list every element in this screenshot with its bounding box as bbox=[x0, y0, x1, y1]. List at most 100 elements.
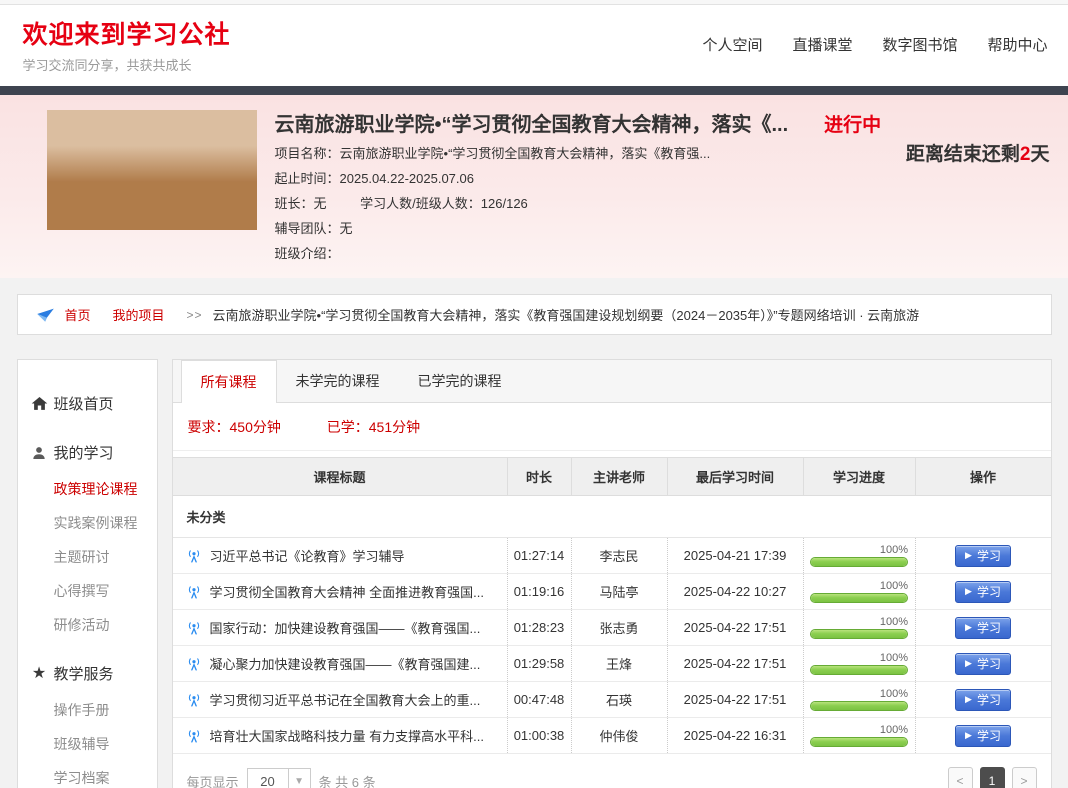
course-title-link[interactable]: 学习贯彻全国教育大会精神 全面推进教育强国... bbox=[210, 582, 484, 601]
course-title-link[interactable]: 凝心聚力加快建设教育强国——《教育强国建... bbox=[210, 654, 481, 673]
site-header: 欢迎来到学习公社 学习交流同分享，共获共成长 个人空间 直播课堂 数字图书馆 帮… bbox=[0, 5, 1068, 86]
date-range-line: 起止时间：2025.04.22-2025.07.06 bbox=[275, 170, 1048, 187]
breadcrumb-home-link[interactable]: 首页 bbox=[65, 305, 91, 324]
progress-percent: 100% bbox=[810, 544, 908, 556]
course-duration: 01:00:38 bbox=[507, 718, 571, 753]
course-title-link[interactable]: 习近平总书记《论教育》学习辅导 bbox=[210, 546, 405, 565]
sidebar-item-study-archive[interactable]: 学习档案 bbox=[18, 761, 157, 788]
sidebar-section-teaching-service[interactable]: ★ 教学服务 bbox=[18, 656, 157, 691]
learn-button[interactable]: ▶学习 bbox=[955, 617, 1011, 639]
sidebar-item-training-activity[interactable]: 研修活动 bbox=[18, 608, 157, 642]
course-duration: 01:27:14 bbox=[507, 538, 571, 573]
table-row: 国家行动：加快建设教育强国——《教育强国... 01:28:23 张志勇 202… bbox=[173, 610, 1051, 646]
progress-percent: 100% bbox=[810, 616, 908, 628]
breadcrumb-separator: >> bbox=[187, 308, 203, 322]
sidebar-item-reflection-writing[interactable]: 心得撰写 bbox=[18, 574, 157, 608]
course-title-link[interactable]: 学习贯彻习近平总书记在全国教育大会上的重... bbox=[210, 690, 481, 709]
dark-divider-bar bbox=[0, 86, 1068, 95]
home-icon bbox=[31, 395, 48, 412]
play-icon: ▶ bbox=[965, 551, 972, 560]
course-duration: 01:19:16 bbox=[507, 574, 571, 609]
col-action: 操作 bbox=[915, 458, 1051, 495]
course-last-time: 2025-04-22 17:51 bbox=[667, 610, 803, 645]
countdown-text: 距离结束还剩2天 bbox=[906, 139, 1050, 166]
course-last-time: 2025-04-22 16:31 bbox=[667, 718, 803, 753]
per-page-value: 20 bbox=[248, 769, 288, 788]
group-label: 未分类 bbox=[173, 496, 1051, 538]
sidebar-item-class-tutoring[interactable]: 班级辅导 bbox=[18, 727, 157, 761]
sidebar-item-manual[interactable]: 操作手册 bbox=[18, 693, 157, 727]
nav-help-center[interactable]: 帮助中心 bbox=[987, 34, 1047, 55]
course-last-time: 2025-04-21 17:39 bbox=[667, 538, 803, 573]
tab-unfinished-courses[interactable]: 未学完的课程 bbox=[277, 360, 399, 402]
course-title-link[interactable]: 国家行动：加快建设教育强国——《教育强国... bbox=[210, 618, 481, 637]
nav-live-classroom[interactable]: 直播课堂 bbox=[792, 34, 852, 55]
per-page-label: 每页显示 bbox=[187, 772, 239, 788]
course-teacher: 马陆亭 bbox=[571, 574, 667, 609]
course-table: 课程标题 时长 主讲老师 最后学习时间 学习进度 操作 未分类 习近平总书记《论… bbox=[173, 457, 1051, 754]
broadcast-icon bbox=[186, 728, 202, 744]
page-number-button[interactable]: 1 bbox=[980, 767, 1005, 788]
table-row: 凝心聚力加快建设教育强国——《教育强国建... 01:29:58 王烽 2025… bbox=[173, 646, 1051, 682]
course-last-time: 2025-04-22 17:51 bbox=[667, 646, 803, 681]
learn-button[interactable]: ▶学习 bbox=[955, 689, 1011, 711]
col-teacher: 主讲老师 bbox=[571, 458, 667, 495]
pagination: 每页显示 20 ▼ 条 共 6 条 < 1 > bbox=[173, 754, 1051, 788]
site-logo[interactable]: 欢迎来到学习公社 学习交流同分享，共获共成长 bbox=[23, 15, 231, 74]
prev-page-button[interactable]: < bbox=[948, 767, 973, 788]
next-page-button[interactable]: > bbox=[1012, 767, 1037, 788]
learn-button[interactable]: ▶学习 bbox=[955, 581, 1011, 603]
progress-bar: 100% bbox=[810, 652, 908, 675]
broadcast-icon bbox=[186, 656, 202, 672]
learned-minutes: 451分钟 bbox=[369, 419, 420, 435]
class-banner: 云南旅游职业学院•“学习贯彻全国教育大会精神，落实《... 进行中 距离结束还剩… bbox=[0, 95, 1068, 278]
course-last-time: 2025-04-22 10:27 bbox=[667, 574, 803, 609]
progress-percent: 100% bbox=[810, 652, 908, 664]
progress-percent: 100% bbox=[810, 688, 908, 700]
progress-bar: 100% bbox=[810, 616, 908, 639]
learn-button[interactable]: ▶学习 bbox=[955, 725, 1011, 747]
sidebar-item-class-home[interactable]: 班级首页 bbox=[18, 386, 157, 421]
course-duration: 01:28:23 bbox=[507, 610, 571, 645]
total-count: 共 6 条 bbox=[335, 772, 375, 788]
col-course-title: 课程标题 bbox=[173, 458, 507, 495]
course-title-link[interactable]: 培育壮大国家战略科技力量 有力支撑高水平科... bbox=[210, 726, 484, 745]
nav-digital-library[interactable]: 数字图书馆 bbox=[882, 34, 957, 55]
per-page-select[interactable]: 20 ▼ bbox=[247, 768, 311, 788]
study-summary: 要求：450分钟 已学：451分钟 bbox=[173, 403, 1051, 451]
course-tabs: 所有课程 未学完的课程 已学完的课程 bbox=[173, 360, 1051, 403]
course-last-time: 2025-04-22 17:51 bbox=[667, 682, 803, 717]
star-icon: ★ bbox=[31, 665, 48, 682]
tab-all-courses[interactable]: 所有课程 bbox=[181, 360, 277, 403]
breadcrumb: 首页 我的项目 >> 云南旅游职业学院•“学习贯彻全国教育大会精神，落实《教育强… bbox=[17, 294, 1052, 335]
learn-button[interactable]: ▶学习 bbox=[955, 545, 1011, 567]
sidebar-item-practice-courses[interactable]: 实践案例课程 bbox=[18, 506, 157, 540]
play-icon: ▶ bbox=[965, 659, 972, 668]
countdown-days: 2 bbox=[1020, 144, 1031, 165]
nav-personal-space[interactable]: 个人空间 bbox=[702, 34, 762, 55]
team-line: 辅导团队：无 bbox=[275, 220, 1048, 237]
table-row: 学习贯彻全国教育大会精神 全面推进教育强国... 01:19:16 马陆亭 20… bbox=[173, 574, 1051, 610]
my-study-submenu: 政策理论课程 实践案例课程 主题研讨 心得撰写 研修活动 bbox=[18, 472, 157, 642]
chevron-down-icon: ▼ bbox=[288, 769, 310, 788]
tab-finished-courses[interactable]: 已学完的课程 bbox=[399, 360, 521, 402]
main-panel: 所有课程 未学完的课程 已学完的课程 要求：450分钟 已学：451分钟 课程标… bbox=[172, 359, 1052, 788]
breadcrumb-projects-link[interactable]: 我的项目 bbox=[113, 305, 165, 324]
course-teacher: 仲伟俊 bbox=[571, 718, 667, 753]
status-badge: 进行中 bbox=[824, 110, 881, 137]
sidebar-item-topic-discussion[interactable]: 主题研讨 bbox=[18, 540, 157, 574]
sidebar-item-policy-courses[interactable]: 政策理论课程 bbox=[18, 472, 157, 506]
sidebar-section-label: 教学服务 bbox=[54, 663, 114, 684]
progress-percent: 100% bbox=[810, 580, 908, 592]
progress-bar: 100% bbox=[810, 724, 908, 747]
sidebar-section-my-study[interactable]: 我的学习 bbox=[18, 435, 157, 470]
class-thumbnail-image bbox=[47, 110, 257, 230]
paper-plane-icon bbox=[36, 305, 55, 324]
learn-button[interactable]: ▶学习 bbox=[955, 653, 1011, 675]
course-teacher: 王烽 bbox=[571, 646, 667, 681]
class-title: 云南旅游职业学院•“学习贯彻全国教育大会精神，落实《... bbox=[275, 108, 789, 137]
sidebar-section-label: 我的学习 bbox=[54, 442, 114, 463]
logo-subtitle: 学习交流同分享，共获共成长 bbox=[23, 55, 231, 74]
table-row: 学习贯彻习近平总书记在全国教育大会上的重... 00:47:48 石瑛 2025… bbox=[173, 682, 1051, 718]
progress-bar: 100% bbox=[810, 580, 908, 603]
